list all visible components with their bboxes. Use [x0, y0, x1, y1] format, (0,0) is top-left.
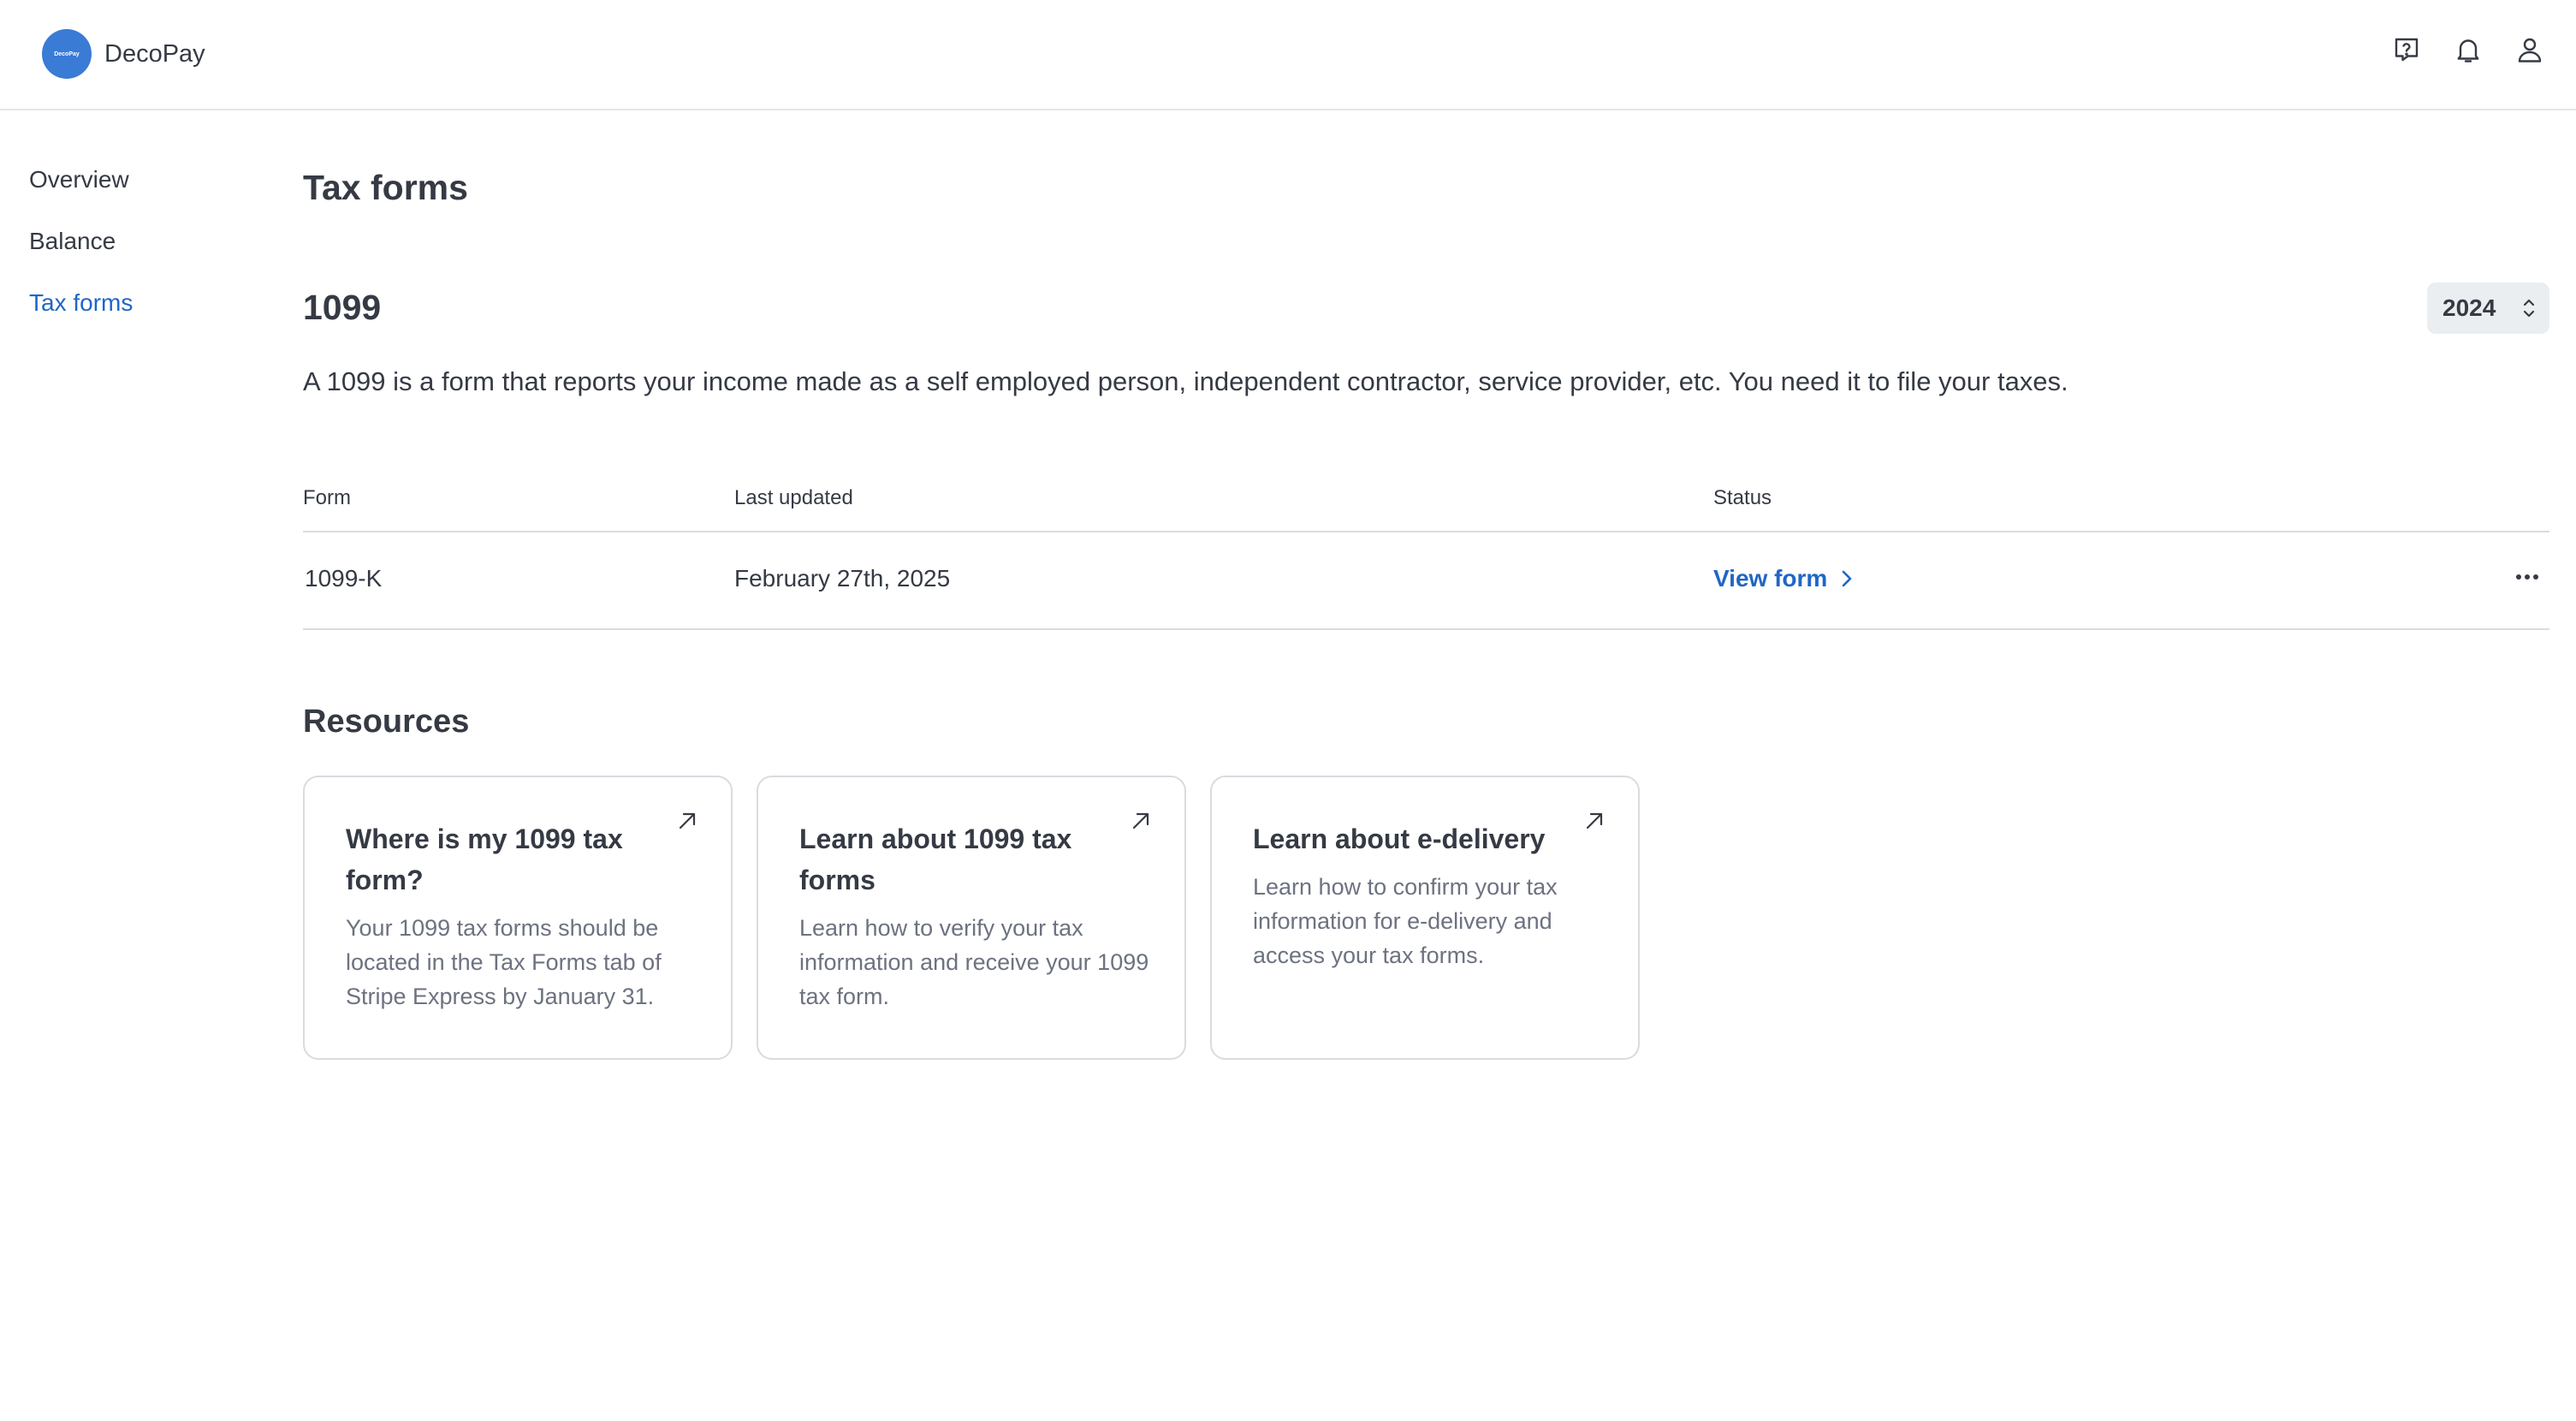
- resource-card-learn-1099[interactable]: Learn about 1099 tax forms Learn how to …: [757, 776, 1186, 1060]
- chevron-up-down-icon: [2523, 299, 2535, 318]
- resource-cards: Where is my 1099 tax form? Your 1099 tax…: [303, 776, 1640, 1060]
- table-row: 1099-K February 27th, 2025 View form: [303, 532, 2549, 630]
- resources-title: Resources: [303, 704, 470, 740]
- column-header-form: Form: [303, 486, 351, 509]
- table-header: Form Last updated Status: [303, 479, 2549, 532]
- external-link-arrow-icon: [679, 812, 696, 829]
- header-actions: [2391, 34, 2545, 65]
- top-bar: DecoPay DecoPay: [0, 0, 2576, 110]
- resource-card-where-is-my-form[interactable]: Where is my 1099 tax form? Your 1099 tax…: [303, 776, 733, 1060]
- app-name: DecoPay: [104, 39, 205, 68]
- year-select[interactable]: 2024: [2427, 282, 2549, 334]
- sidebar-item-tax-forms[interactable]: Tax forms: [29, 288, 133, 349]
- tax-forms-table: Form Last updated Status 1099-K February…: [303, 479, 2549, 630]
- cell-form: 1099-K: [305, 565, 383, 592]
- view-form-label: View form: [1713, 565, 1828, 592]
- sidebar: Overview Balance Tax forms: [29, 164, 133, 349]
- logo-text: DecoPay: [54, 51, 80, 57]
- logo: DecoPay: [42, 29, 92, 79]
- resource-card-body: Your 1099 tax forms should be located in…: [346, 915, 662, 1009]
- resource-card-title: Learn about e-delivery: [1253, 823, 1546, 854]
- column-header-status: Status: [1713, 486, 1772, 509]
- year-select-value: 2024: [2442, 294, 2496, 321]
- resource-card-title: Where is my 1099 tax form?: [346, 823, 623, 895]
- section-title: 1099: [303, 288, 382, 327]
- section-description: A 1099 is a form that reports your incom…: [303, 366, 2069, 396]
- column-header-last-updated: Last updated: [734, 486, 853, 509]
- resource-card-e-delivery[interactable]: Learn about e-delivery Learn how to conf…: [1210, 776, 1640, 1060]
- external-link-arrow-icon: [1586, 812, 1603, 829]
- resource-card-body: Learn how to confirm your tax informatio…: [1253, 874, 1558, 968]
- sidebar-item-overview[interactable]: Overview: [29, 164, 133, 226]
- external-link-arrow-icon: [1132, 812, 1149, 829]
- view-form-link[interactable]: View form: [1713, 565, 1856, 592]
- bell-icon[interactable]: [2453, 34, 2484, 65]
- brand[interactable]: DecoPay DecoPay: [42, 29, 205, 79]
- page-title: Tax forms: [303, 168, 468, 207]
- user-icon[interactable]: [2514, 34, 2545, 65]
- sidebar-item-balance[interactable]: Balance: [29, 226, 133, 288]
- cell-last-updated: February 27th, 2025: [734, 565, 951, 592]
- more-options-icon[interactable]: [2512, 567, 2543, 587]
- resource-card-title: Learn about 1099 tax forms: [799, 823, 1072, 895]
- help-icon[interactable]: [2391, 34, 2422, 65]
- chevron-right-icon: [1843, 570, 1852, 587]
- resource-card-body: Learn how to verify your tax information…: [799, 915, 1149, 1009]
